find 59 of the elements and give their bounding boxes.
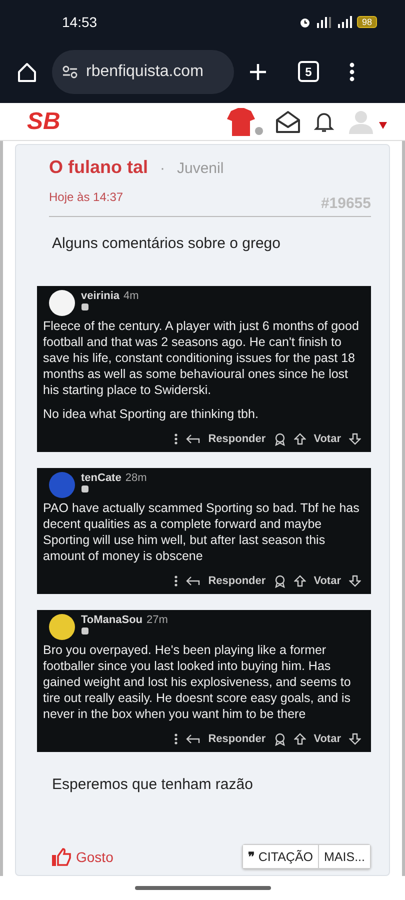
user-rank: Juvenil [177,160,224,177]
reply-icon [186,733,200,745]
reply-label: Responder [208,575,266,587]
signal-icon [336,16,353,28]
author-name[interactable]: O fulano tal [49,157,148,178]
like-button[interactable]: Gosto [52,848,114,866]
flair-icon [81,627,89,635]
post-date[interactable]: Hoje às 14:37 [49,190,124,204]
more-options-icon [174,733,178,745]
site-settings-icon[interactable] [62,64,78,78]
battery-level: 98 [356,16,377,28]
comment-age: 28m [125,472,147,484]
comment-age: 27m [146,614,168,626]
reply-icon [186,433,200,445]
reply-icon [186,575,200,587]
thumbs-up-icon [52,848,72,866]
upvote-icon [294,575,306,587]
award-icon [274,432,286,446]
flair-icon [81,303,89,311]
reply-label: Responder [208,433,266,445]
comment-text: PAO have actually scammed Sporting so bad. Tbf he has decent qualities as a complete forward and maybe Sporting will use him well, but after last season this amount of money is obscene [43,500,360,564]
downvote-icon [349,433,361,445]
upvote-icon [294,433,306,445]
status-time: 14:53 [62,14,98,30]
post-text: Alguns comentários sobre o grego [52,235,282,252]
more-options-icon [174,575,178,587]
separator-dot: · [160,160,165,177]
user-avatar-icon[interactable] [347,110,387,134]
home-icon[interactable] [16,60,38,82]
menu-icon[interactable] [349,62,355,82]
comment-age: 4m [124,290,139,302]
url-text: rbenfiquista.com [86,62,204,80]
more-options-icon [174,433,178,445]
flair-icon [81,485,89,493]
downvote-icon [349,575,361,587]
new-tab-icon[interactable] [248,62,268,82]
vote-label: Votar [314,733,341,745]
signal-icon [314,16,333,28]
site-logo[interactable]: SB [27,108,60,136]
comment-text: No idea what Sporting are thinking tbh. [43,406,260,422]
address-bar[interactable]: rbenfiquista.com [52,50,234,94]
upvote-icon [294,733,306,745]
award-icon [274,732,286,746]
reply-label: Responder [208,733,266,745]
post-text: Esperemos que tenham razão [52,776,254,793]
vote-label: Votar [314,433,341,445]
quote-button[interactable]: ❞ CITAÇÃO [242,845,318,868]
mail-icon[interactable] [275,110,301,134]
more-button[interactable]: MAIS... [318,845,370,868]
award-icon [274,574,286,588]
comment-text: Bro you overpayed. He's been playing like a former footballer since you last looked into buying him. Has gained weight and lost his explosiveness, and seems to tire out really easily. He doesnt score easy goals, and is never in the box when you want him to be there [43,642,352,722]
downvote-icon [349,733,361,745]
comment-username: tenCate [81,472,122,484]
vote-label: Votar [314,575,341,587]
comment-text: Fleece of the century. A player with just 6 months of good football and that was 2 seasons ago. He can't finish to save his life, constant conditioning issues for the past 18 months as well as some behavioural ones since he lost his starting place to Swiderski. [43,318,360,398]
alarm-icon [298,16,311,28]
comment-username: ToManaSou [81,614,143,626]
tab-count-button[interactable]: 5 [298,61,319,82]
comment-username: veirinia [81,290,120,302]
